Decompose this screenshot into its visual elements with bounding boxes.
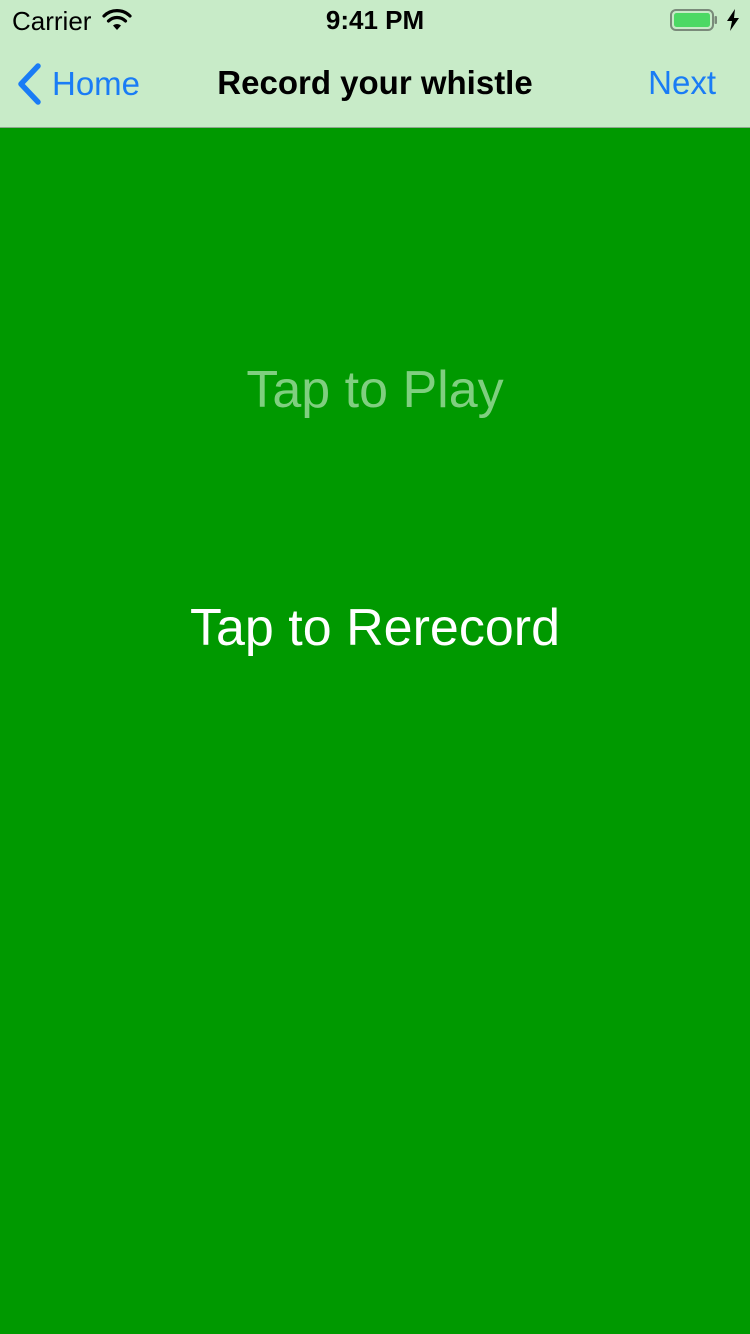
- screen: Carrier 9:41 PM Home Record your whistle…: [0, 0, 750, 1334]
- status-bar: Carrier 9:41 PM: [0, 0, 750, 40]
- play-button[interactable]: Tap to Play: [0, 360, 750, 420]
- battery-full-icon: [670, 9, 717, 31]
- charging-bolt-icon: [727, 9, 739, 31]
- top-bar: Carrier 9:41 PM Home Record your whistle…: [0, 0, 750, 128]
- clock: 9:41 PM: [325, 5, 425, 35]
- page-title: Record your whistle: [217, 64, 533, 101]
- rerecord-button[interactable]: Tap to Rerecord: [0, 598, 750, 658]
- navigation-bar: Home Record your whistle Next: [0, 40, 750, 128]
- next-button[interactable]: Next: [648, 64, 716, 102]
